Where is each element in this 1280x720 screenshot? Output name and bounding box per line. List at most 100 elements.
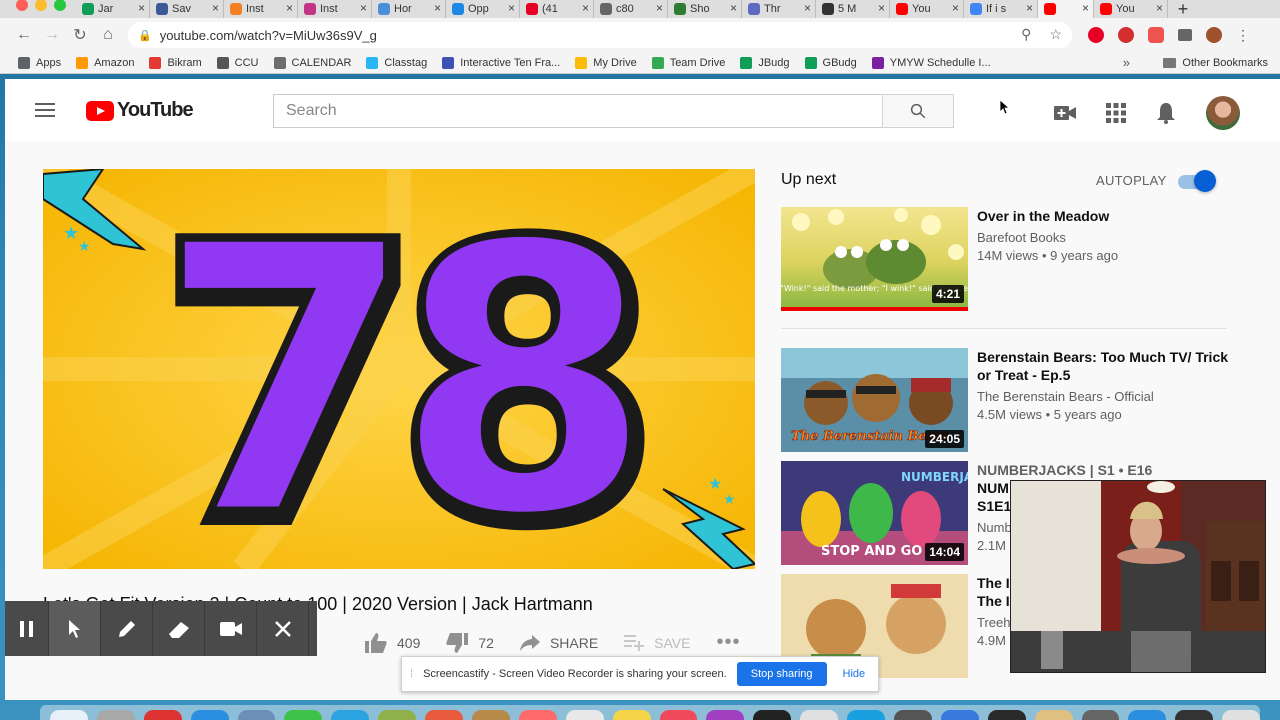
close-window-icon[interactable] [16,0,28,11]
dock-app-icon[interactable] [1175,710,1214,720]
browser-tab[interactable]: 5 M × [816,0,890,18]
dock-app-icon[interactable] [1034,710,1073,720]
list-item[interactable]: The Berenstain Bears 24:05 Berenstain Be… [781,348,1241,452]
video-thumbnail[interactable]: The Berenstain Bears 24:05 [781,348,968,452]
tab-close-icon[interactable]: × [1026,1,1033,15]
dock-app-icon[interactable] [894,710,932,720]
bookmark-item[interactable]: Amazon [76,56,134,69]
other-bookmarks[interactable]: Other Bookmarks [1163,57,1268,69]
browser-tab[interactable]: Inst × [298,0,372,18]
hamburger-menu-icon[interactable] [35,103,55,117]
search-input[interactable]: Search [273,94,883,128]
video-player[interactable]: ★ ★ ★ ★ 78 78 [43,169,755,569]
dock-app-icon[interactable] [1128,710,1167,720]
dock-app-icon[interactable] [1222,710,1261,720]
eraser-tool-button[interactable] [153,601,205,656]
browser-tab[interactable]: Opp × [446,0,520,18]
browser-tab[interactable]: × [1038,0,1094,18]
address-bar[interactable]: 🔒 youtube.com/watch?v=MiUw36s9V_g ⚲ ☆ [128,22,1072,48]
apps-grid-icon[interactable] [1106,103,1126,123]
like-button[interactable]: 409 [365,632,420,653]
dock-app-icon[interactable] [940,710,979,720]
youtube-logo[interactable]: YouTube [86,99,194,122]
video-title[interactable]: Over in the Meadow [977,207,1237,225]
dock-app-icon[interactable] [378,710,417,720]
dock-app-icon[interactable] [331,710,370,720]
dock-app-icon[interactable] [612,710,651,720]
cursor-tool-button[interactable] [49,601,101,656]
browser-tab[interactable]: (41 × [520,0,594,18]
notifications-bell-icon[interactable] [1156,102,1176,124]
dock-app-icon[interactable] [96,710,135,720]
tab-close-icon[interactable]: × [212,1,219,15]
tab-close-icon[interactable]: × [286,1,293,15]
dock-app-icon[interactable] [847,710,886,720]
video-title[interactable]: Berenstain Bears: Too Much TV/ Trick or … [977,348,1237,384]
extension-icon[interactable] [1148,27,1164,43]
profile-avatar[interactable] [1206,27,1222,43]
dock-app-icon[interactable] [706,710,745,720]
zoom-icon[interactable]: ⚲ [1021,26,1031,43]
browser-tab[interactable]: Thr × [742,0,816,18]
dock-app-icon[interactable] [659,710,698,720]
reload-icon[interactable]: ↻ [66,25,94,45]
autoplay-toggle[interactable] [1178,170,1218,192]
bookmark-star-icon[interactable]: ☆ [1049,26,1062,43]
bookmark-item[interactable]: CALENDAR [273,56,351,69]
dock-app-icon[interactable] [284,710,323,720]
tab-close-icon[interactable]: × [1082,1,1089,15]
maximize-window-icon[interactable] [54,0,66,11]
channel-name[interactable]: Barefoot Books [977,229,1237,247]
video-thumbnail[interactable]: NUMBERJACKS STOP AND GO 14:04 [781,461,968,565]
dock-app-icon[interactable] [50,710,88,720]
tab-close-icon[interactable]: × [952,1,959,15]
dock-app-icon[interactable] [565,710,604,720]
dock-app-icon[interactable] [800,710,839,720]
browser-tab[interactable]: Sho × [668,0,742,18]
close-toolbar-button[interactable] [257,601,309,656]
bookmark-item[interactable]: Apps [18,56,61,69]
bookmark-item[interactable]: Bikram [149,56,202,69]
bookmark-item[interactable]: GBudg [804,56,857,69]
webcam-toggle-button[interactable] [205,601,257,656]
forward-arrow-icon[interactable]: → [38,26,66,44]
video-thumbnail[interactable]: "Wink!" said the mother; "I wink!" said … [781,207,968,311]
search-button[interactable] [882,94,954,128]
home-icon[interactable]: ⌂ [94,26,122,44]
browser-tab[interactable]: Inst × [224,0,298,18]
browser-tab[interactable]: If i s × [964,0,1038,18]
bookmark-item[interactable]: Classtag [366,56,427,69]
tab-close-icon[interactable]: × [508,1,515,15]
bookmarks-overflow-chevron[interactable]: » [1123,55,1130,70]
tab-close-icon[interactable]: × [1156,1,1163,15]
browser-tab[interactable]: Hor × [372,0,446,18]
list-item[interactable]: "Wink!" said the mother; "I wink!" said … [781,207,1241,311]
bookmark-item[interactable]: Team Drive [651,56,725,69]
browser-tab[interactable]: c80 × [594,0,668,18]
pen-tool-button[interactable] [101,601,153,656]
back-arrow-icon[interactable]: ← [10,26,38,44]
tab-close-icon[interactable]: × [138,1,145,15]
save-button[interactable]: SAVE [624,634,690,651]
channel-name[interactable]: The Berenstain Bears - Official [977,388,1237,406]
bookmark-item[interactable]: JBudg [740,56,790,69]
reading-list-icon[interactable] [1178,29,1192,41]
bookmark-item[interactable]: CCU [216,56,259,69]
browser-tab[interactable]: You × [890,0,964,18]
bookmark-item[interactable]: My Drive [575,56,637,69]
create-video-icon[interactable] [1054,105,1076,121]
dock-app-icon[interactable] [237,710,276,720]
tab-close-icon[interactable]: × [434,1,441,15]
dock-app-icon[interactable] [1081,710,1120,720]
more-actions-icon[interactable]: ••• [716,631,740,654]
bookmark-item[interactable]: Interactive Ten Fra... [442,56,560,69]
tab-close-icon[interactable]: × [360,1,367,15]
webcam-overlay[interactable] [1010,480,1266,673]
new-tab-button[interactable]: + [1168,0,1198,18]
minimize-window-icon[interactable] [35,0,47,11]
pause-button[interactable] [5,601,49,656]
account-avatar[interactable] [1206,96,1240,130]
browser-tab[interactable]: Jar × [76,0,150,18]
tab-close-icon[interactable]: × [878,1,885,15]
dock-app-icon[interactable] [987,710,1026,720]
